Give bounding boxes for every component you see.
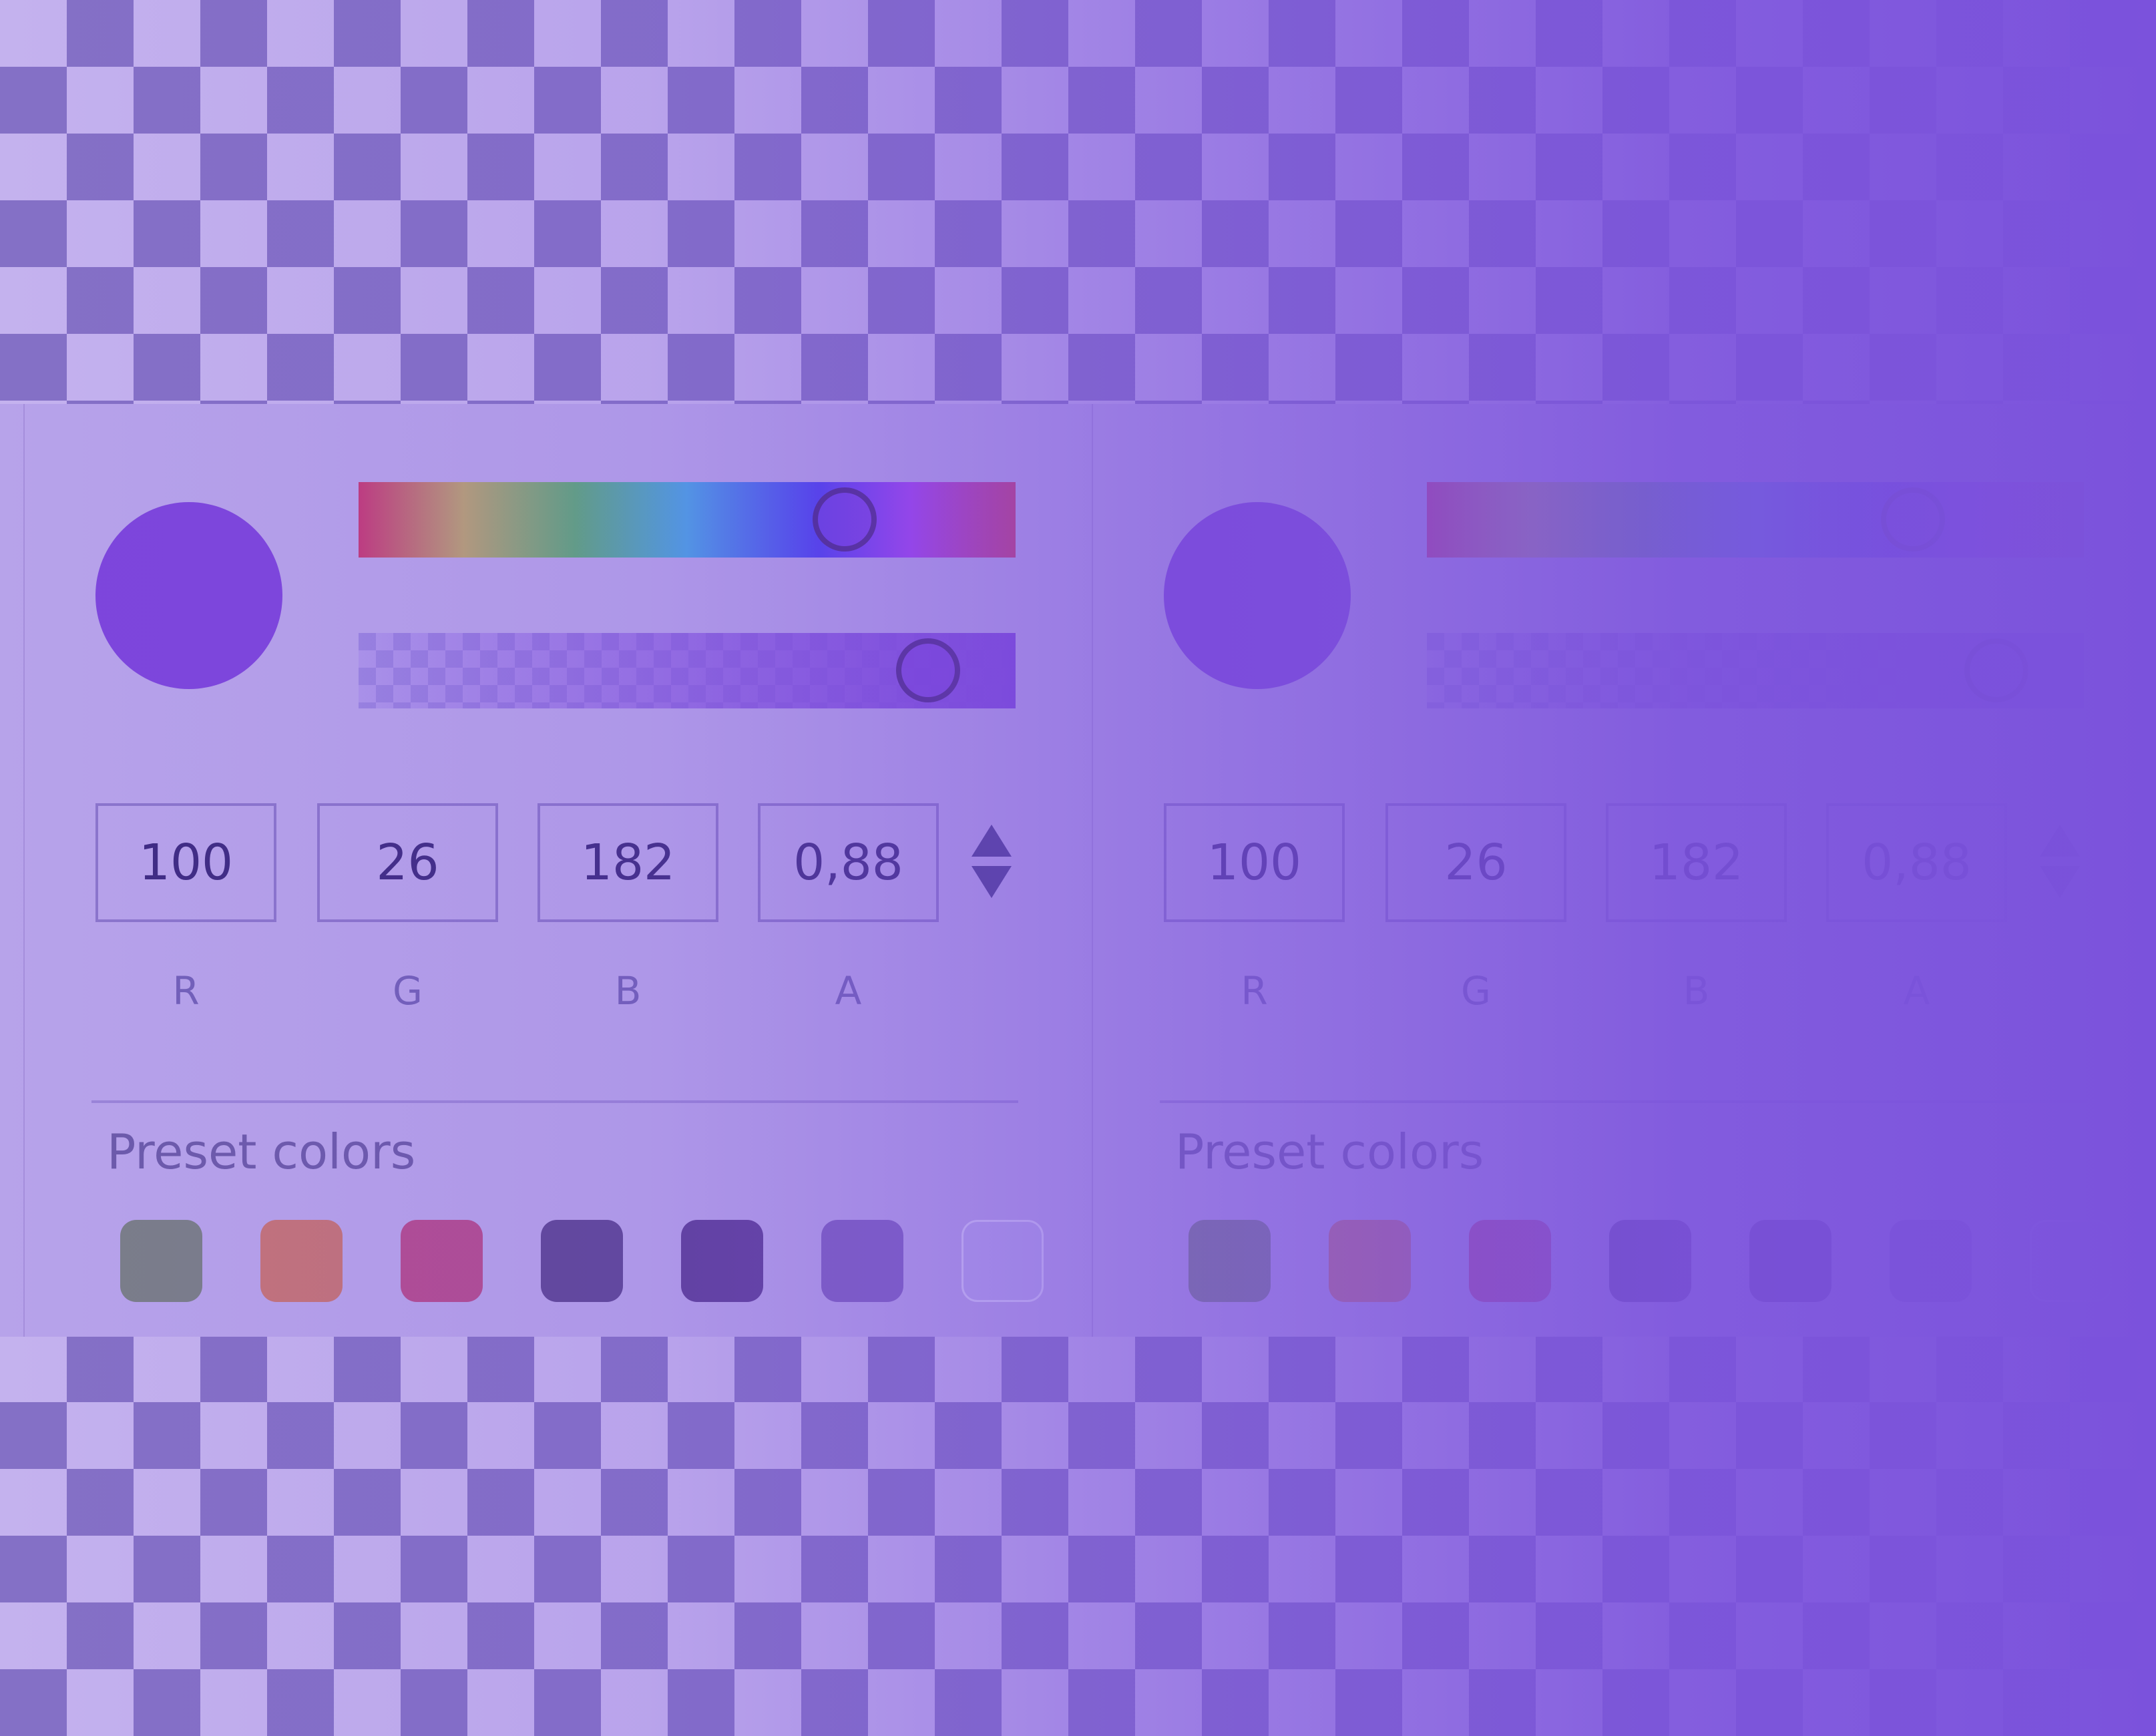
hue-slider-handle[interactable]	[813, 487, 877, 552]
caret-up-icon[interactable]	[972, 825, 1012, 857]
preset-color-1[interactable]	[120, 1220, 202, 1302]
blue-label: B	[1683, 968, 1710, 1014]
hue-slider-handle[interactable]	[1881, 487, 1945, 552]
preset-color-7[interactable]	[961, 1220, 1044, 1302]
preset-color-2[interactable]	[1329, 1220, 1411, 1302]
alpha-slider[interactable]	[359, 633, 1016, 708]
color-picker-1: 100 26 182 0,88 R G B A Preset colors	[23, 404, 1092, 1337]
green-label: G	[393, 968, 423, 1014]
preset-color-1[interactable]	[1189, 1220, 1271, 1302]
alpha-field[interactable]: 0,88	[1826, 803, 2007, 922]
color-preview-swatch	[1164, 502, 1351, 689]
alpha-slider-handle[interactable]	[896, 638, 960, 702]
preset-color-5[interactable]	[681, 1220, 763, 1302]
alpha-slider[interactable]	[1427, 633, 2084, 708]
preset-color-2[interactable]	[260, 1220, 343, 1302]
blue-label: B	[614, 968, 642, 1014]
preset-colors-title: Preset colors	[1175, 1124, 1484, 1180]
format-stepper[interactable]	[2040, 825, 2080, 905]
green-field[interactable]: 26	[317, 803, 498, 922]
green-label: G	[1461, 968, 1491, 1014]
red-label: R	[172, 968, 200, 1014]
hue-slider[interactable]	[359, 482, 1016, 558]
green-field[interactable]: 26	[1385, 803, 1566, 922]
alpha-label: A	[835, 968, 862, 1014]
caret-up-icon[interactable]	[2040, 825, 2080, 857]
hue-slider[interactable]	[1427, 482, 2084, 558]
color-preview-swatch	[95, 502, 282, 689]
caret-down-icon[interactable]	[972, 866, 1012, 898]
alpha-label: A	[1903, 968, 1930, 1014]
separator	[1160, 1100, 2087, 1103]
preset-color-4[interactable]	[541, 1220, 623, 1302]
alpha-field[interactable]: 0,88	[758, 803, 939, 922]
preset-color-7[interactable]	[2030, 1220, 2112, 1302]
red-field[interactable]: 100	[1164, 803, 1345, 922]
preset-color-4[interactable]	[1609, 1220, 1691, 1302]
preset-color-3[interactable]	[401, 1220, 483, 1302]
caret-down-icon[interactable]	[2040, 866, 2080, 898]
alpha-slider-handle[interactable]	[1964, 638, 2028, 702]
format-stepper[interactable]	[972, 825, 1012, 905]
color-picker-2: 100 26 182 0,88 R G B A Preset colors	[1092, 404, 2156, 1337]
blue-field[interactable]: 182	[537, 803, 718, 922]
red-field[interactable]: 100	[95, 803, 276, 922]
preset-color-5[interactable]	[1749, 1220, 1831, 1302]
blue-field[interactable]: 182	[1606, 803, 1787, 922]
preset-colors-title: Preset colors	[107, 1124, 416, 1180]
separator	[91, 1100, 1018, 1103]
preset-color-3[interactable]	[1469, 1220, 1551, 1302]
red-label: R	[1241, 968, 1268, 1014]
preset-color-6[interactable]	[821, 1220, 903, 1302]
preset-color-6[interactable]	[1890, 1220, 1972, 1302]
